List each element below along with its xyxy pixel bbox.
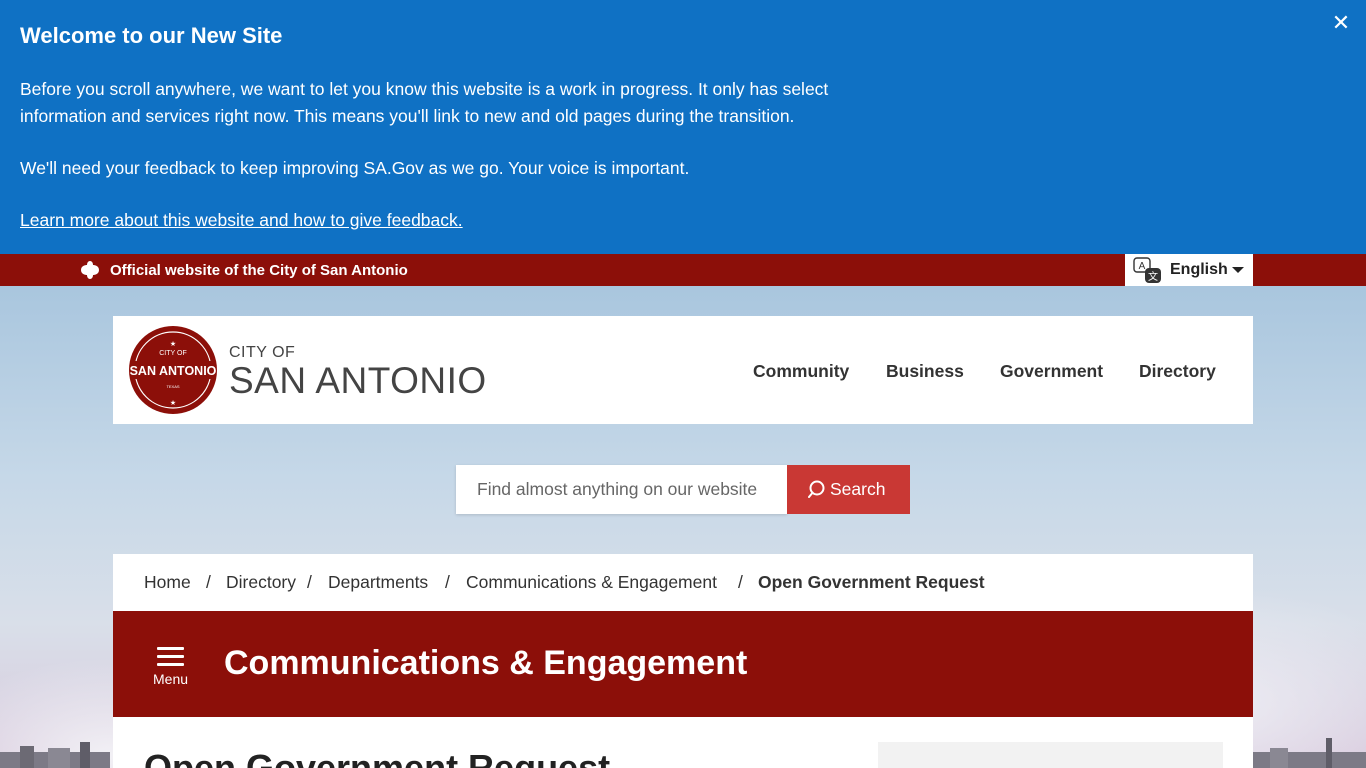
nav-government[interactable]: Government xyxy=(1000,361,1103,382)
learn-more-link[interactable]: Learn more about this website and how to… xyxy=(20,209,463,231)
logo-seal-top-text: CITY OF xyxy=(159,350,186,357)
department-banner: Menu Communications & Engagement xyxy=(113,611,1253,717)
welcome-paragraph-2: We'll need your feedback to keep improvi… xyxy=(20,158,690,178)
logo-san-antonio: SAN ANTONIO xyxy=(229,360,487,401)
city-seal-logo[interactable]: ★ CITY OF SAN ANTONIO TEXAS ★ xyxy=(127,325,219,415)
language-label: English xyxy=(1170,261,1228,278)
breadcrumb-directory[interactable]: Directory xyxy=(226,572,296,593)
department-title: Communications & Engagement xyxy=(224,644,748,682)
svg-text:★: ★ xyxy=(170,340,176,348)
welcome-paragraph-1: Before you scroll anywhere, we want to l… xyxy=(20,79,829,126)
breadcrumb-separator: / xyxy=(738,572,743,592)
breadcrumb-communications[interactable]: Communications & Engagement xyxy=(466,572,717,593)
breadcrumb-separator: / xyxy=(206,572,211,592)
breadcrumb: Home / Directory / Departments / Communi… xyxy=(113,554,1253,611)
official-website-bar: Official website of the City of San Anto… xyxy=(0,254,1366,286)
breadcrumb-separator: / xyxy=(445,572,450,592)
logo-seal-bottom-text: TEXAS xyxy=(166,384,179,389)
svg-text:★: ★ xyxy=(170,399,176,407)
svg-text:A: A xyxy=(1139,261,1146,272)
menu-button[interactable]: Menu xyxy=(149,644,193,688)
search-button-label: Search xyxy=(830,479,886,499)
hamburger-icon xyxy=(157,647,184,650)
menu-label: Menu xyxy=(153,671,189,687)
site-header: ★ CITY OF SAN ANTONIO TEXAS ★ CITY OF SA… xyxy=(113,316,1253,424)
logo-seal-main-text: SAN ANTONIO xyxy=(130,364,217,378)
page-title: Open Government Request xyxy=(144,747,611,768)
welcome-banner: Welcome to our New Site Before you scrol… xyxy=(0,0,1366,254)
chevron-down-icon xyxy=(1232,267,1244,273)
nav-directory[interactable]: Directory xyxy=(1139,361,1216,382)
main-content: Open Government Request xyxy=(113,717,1253,768)
language-selector[interactable]: A 文 English xyxy=(1125,254,1253,286)
nav-business[interactable]: Business xyxy=(886,361,964,382)
nav-community[interactable]: Community xyxy=(753,361,849,382)
official-website-text: Official website of the City of San Anto… xyxy=(110,262,408,279)
sidebar-panel xyxy=(878,742,1223,768)
svg-text:文: 文 xyxy=(1148,270,1158,283)
search-icon xyxy=(808,480,825,498)
breadcrumb-home[interactable]: Home xyxy=(144,572,191,593)
close-icon[interactable]: ✕ xyxy=(1328,10,1354,36)
seal-icon xyxy=(81,261,99,279)
breadcrumb-departments[interactable]: Departments xyxy=(328,572,428,593)
translate-icon: A 文 xyxy=(1133,257,1161,283)
breadcrumb-current: Open Government Request xyxy=(758,572,985,592)
breadcrumb-separator: / xyxy=(307,572,312,592)
welcome-title: Welcome to our New Site xyxy=(20,23,283,48)
search-input[interactable] xyxy=(456,465,787,514)
search-button[interactable]: Search xyxy=(787,465,910,514)
